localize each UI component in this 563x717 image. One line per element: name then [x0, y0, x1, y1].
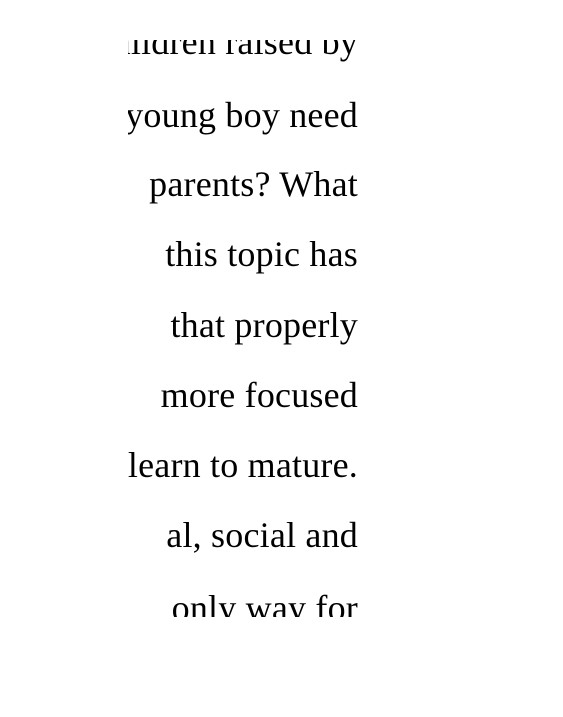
- document-page: children raised by young boy need parent…: [0, 0, 563, 717]
- text-line-4: this topic has: [165, 234, 358, 274]
- left-crop-mask: [0, 0, 128, 717]
- bottom-crop-mask: [0, 617, 358, 717]
- text-line-2: young boy need: [125, 95, 358, 135]
- text-column: children raised by young boy need parent…: [0, 0, 358, 717]
- text-line-3: parents? What: [149, 164, 358, 204]
- text-line-5: that properly: [170, 305, 358, 345]
- text-line-6: more focused: [160, 375, 358, 415]
- top-crop-mask: [0, 0, 358, 40]
- text-line-7: learn to mature.: [127, 445, 358, 485]
- text-line-8: al, social and: [166, 515, 358, 555]
